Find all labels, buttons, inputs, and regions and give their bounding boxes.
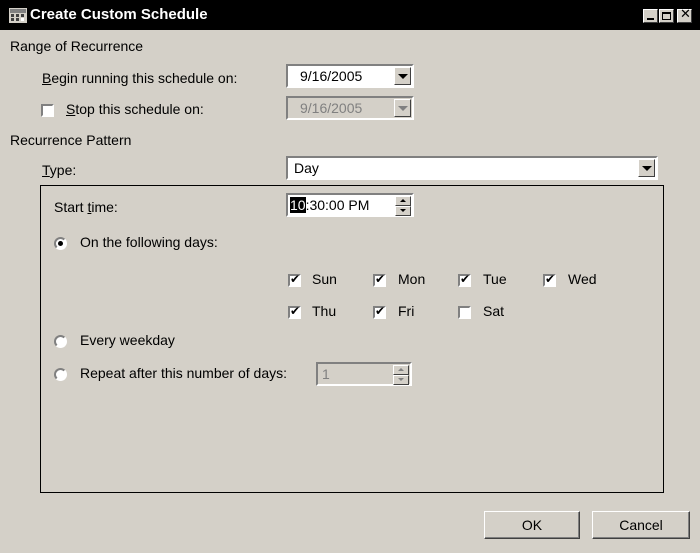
start-time-label: Start time: — [54, 199, 118, 215]
start-time-spinner[interactable] — [395, 196, 411, 216]
spin-down-icon[interactable] — [395, 206, 411, 216]
window-title: Create Custom Schedule — [30, 6, 208, 23]
begin-date-value: 9/16/2005 — [300, 68, 363, 84]
repeat-days-spinner[interactable] — [393, 365, 409, 385]
close-icon: ✕ — [680, 7, 691, 22]
pattern-heading: Recurrence Pattern — [10, 132, 132, 148]
every-weekday-label: Every weekday — [80, 332, 175, 348]
maximize-icon — [662, 12, 671, 20]
repeat-days-value: 1 — [322, 366, 330, 382]
day-label-thu: Thu — [312, 303, 337, 319]
day-label-tue: Tue — [483, 271, 507, 287]
day-checkbox-sat[interactable] — [458, 306, 471, 319]
type-select[interactable]: Day — [286, 156, 658, 180]
ok-button[interactable]: OK — [484, 511, 580, 539]
day-checkbox-tue[interactable] — [458, 272, 471, 287]
spin-up-icon[interactable] — [393, 365, 409, 375]
begin-date-dropdown-button[interactable] — [394, 67, 411, 85]
stop-date-dropdown-button[interactable] — [394, 99, 411, 117]
type-label: Type: — [42, 162, 77, 178]
stop-date-picker[interactable]: 9/16/2005 — [286, 96, 414, 120]
close-button[interactable]: ✕ — [677, 7, 692, 23]
stop-schedule-checkbox[interactable] — [41, 104, 54, 117]
day-label-sat: Sat — [483, 303, 505, 319]
day-checkbox-wed[interactable] — [543, 272, 556, 287]
start-time-rest: :30:00 PM — [305, 197, 370, 213]
day-checkbox-thu[interactable] — [288, 304, 301, 319]
stop-label: Stop this schedule on: — [66, 101, 204, 117]
radio-every-weekday[interactable] — [54, 335, 67, 348]
stop-date-value: 9/16/2005 — [300, 100, 363, 116]
minimize-icon — [647, 18, 654, 20]
repeat-days-field[interactable]: 1 — [316, 362, 412, 386]
radio-following-days[interactable] — [54, 237, 67, 250]
range-heading: Range of Recurrence — [10, 38, 144, 54]
type-dropdown-button[interactable] — [638, 159, 655, 177]
title-bar[interactable]: Create Custom Schedule ✕ — [0, 0, 700, 30]
start-time-hour[interactable]: 10 — [290, 197, 306, 213]
day-label-mon: Mon — [398, 271, 426, 287]
day-label-sun: Sun — [312, 271, 337, 287]
following-days-label: On the following days: — [80, 234, 218, 250]
day-checkbox-fri[interactable] — [373, 304, 386, 319]
day-label-wed: Wed — [568, 271, 597, 287]
spin-up-icon[interactable] — [395, 196, 411, 206]
cancel-button[interactable]: Cancel — [592, 511, 690, 539]
schedule-window-icon — [9, 8, 27, 23]
minimize-button[interactable] — [643, 9, 658, 23]
radio-repeat-after[interactable] — [54, 368, 67, 381]
day-label-fri: Fri — [398, 303, 415, 319]
day-checkbox-sun[interactable] — [288, 272, 301, 287]
repeat-after-label: Repeat after this number of days: — [80, 365, 287, 381]
start-time-field[interactable]: 10:30:00 PM — [286, 193, 414, 217]
day-checkbox-mon[interactable] — [373, 272, 386, 287]
begin-date-picker[interactable]: 9/16/2005 — [286, 64, 414, 88]
maximize-button[interactable] — [659, 9, 674, 23]
type-value: Day — [294, 160, 319, 176]
begin-label: Begin running this schedule on: — [42, 70, 238, 86]
spin-down-icon[interactable] — [393, 375, 409, 385]
